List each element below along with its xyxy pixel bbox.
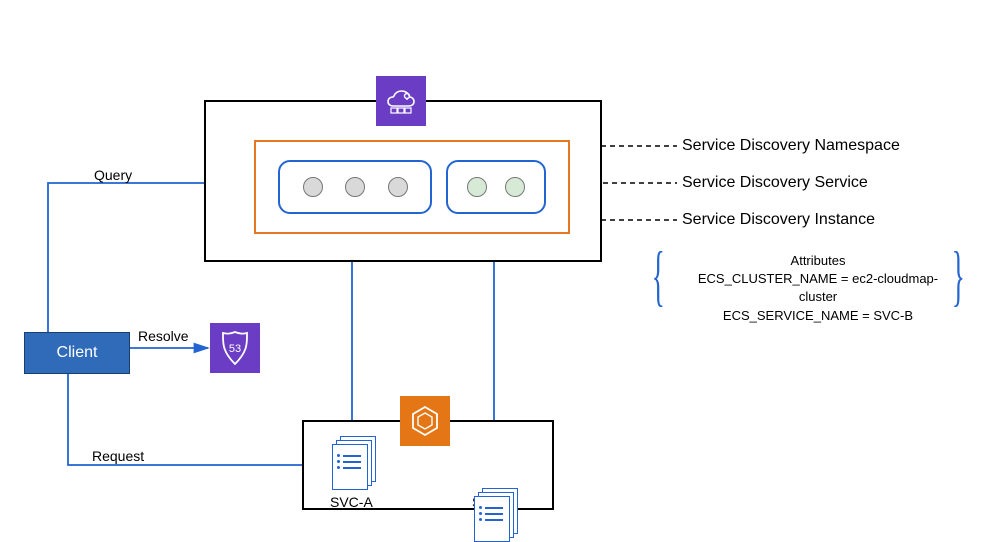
route53-icon: 53 [210, 323, 260, 373]
label-namespace: Service Discovery Namespace [682, 137, 900, 155]
attributes-line2: ECS_SERVICE_NAME = SVC-B [688, 307, 948, 325]
diagram-canvas: Client Query Resolve Request 53 [0, 0, 981, 531]
brace-right-icon: } [952, 236, 965, 315]
instance-dot [467, 177, 487, 197]
svc-a-label: SVC-A [330, 494, 373, 510]
label-service: Service Discovery Service [682, 174, 868, 192]
svg-text:53: 53 [229, 343, 241, 355]
instance-dot [388, 177, 408, 197]
service-box-a [278, 160, 432, 214]
task-stack-svc-a [332, 436, 374, 488]
ecs-icon [400, 396, 450, 446]
attributes-title: Attributes [688, 252, 948, 270]
arrow-label-resolve: Resolve [138, 328, 189, 344]
attributes-line1: ECS_CLUSTER_NAME = ec2-cloudmap-cluster [688, 270, 948, 306]
instance-dot [505, 177, 525, 197]
instance-dot [303, 177, 323, 197]
cloudmap-icon [376, 76, 426, 126]
arrow-label-request: Request [92, 448, 144, 464]
task-stack-svc-b [474, 488, 516, 540]
label-instance: Service Discovery Instance [682, 211, 875, 229]
arrow-label-query: Query [94, 167, 132, 183]
client-node: Client [24, 332, 130, 374]
client-label: Client [57, 344, 98, 362]
service-box-b [446, 160, 546, 214]
brace-left-icon: { [652, 236, 665, 315]
instance-dot [345, 177, 365, 197]
attributes-block: Attributes ECS_CLUSTER_NAME = ec2-cloudm… [688, 252, 948, 325]
